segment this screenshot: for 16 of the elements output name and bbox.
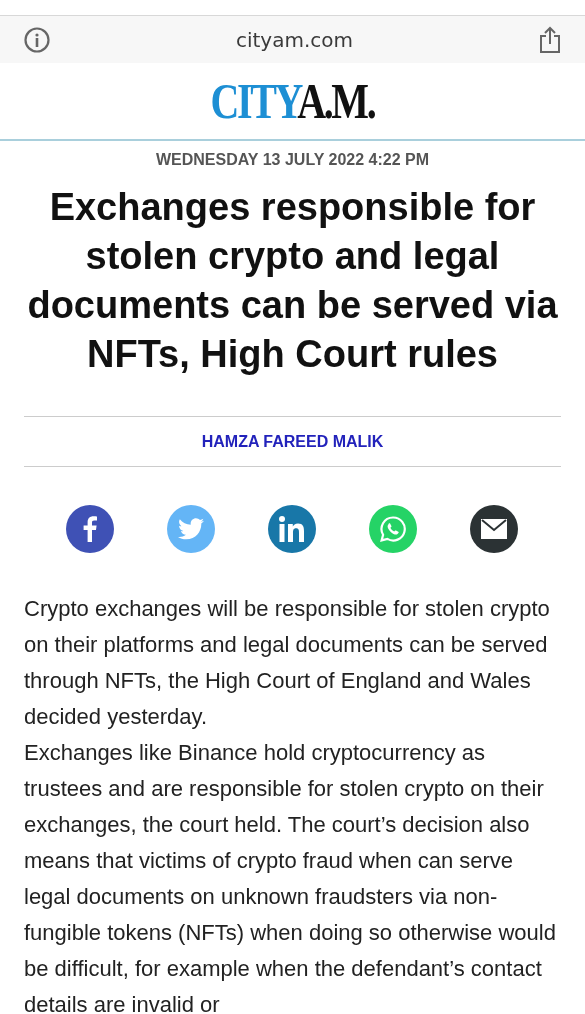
article-paragraph: Crypto exchanges will be responsible for stolen crypto on their platforms and legal documents can be served through NFTs, the High Court of England and Wales decided yesterday. [24, 595, 551, 731]
bird-icon [178, 518, 204, 540]
envelope-icon [481, 519, 507, 539]
article-paragraph: Exchanges like Binance hold cryptocurrency as trustees and are responsible for stolen crypto on their exchanges, the court held. The court’s decision also means that victims of crypto fraud when can serve legal documents on unknown fraudsters via non-fungible tokens (NFTs) when doing so otherwise would be difficult, for example when the defendant’s contact details are invalid or [24, 739, 557, 1014]
share-icon[interactable] [539, 25, 561, 54]
share-button[interactable] [66, 505, 114, 553]
article-headline: Exchanges responsible for stolen crypto and legal documents can be served via NFTs, High Court rules [26, 185, 559, 377]
facebook-icon [83, 516, 97, 542]
author-link[interactable]: HAMZA FAREED MALIK [0, 417, 585, 466]
phone-bubble-icon [379, 515, 407, 543]
share-button[interactable] [470, 505, 518, 553]
article-date: WEDNESDAY 13 JULY 2022 4:22 PM [155, 151, 430, 169]
linkedin-icon [279, 516, 305, 542]
logo[interactable]: CITYA.M. [210, 76, 375, 126]
address-text[interactable]: cityam.com [235, 27, 353, 52]
info-icon[interactable] [24, 26, 50, 53]
